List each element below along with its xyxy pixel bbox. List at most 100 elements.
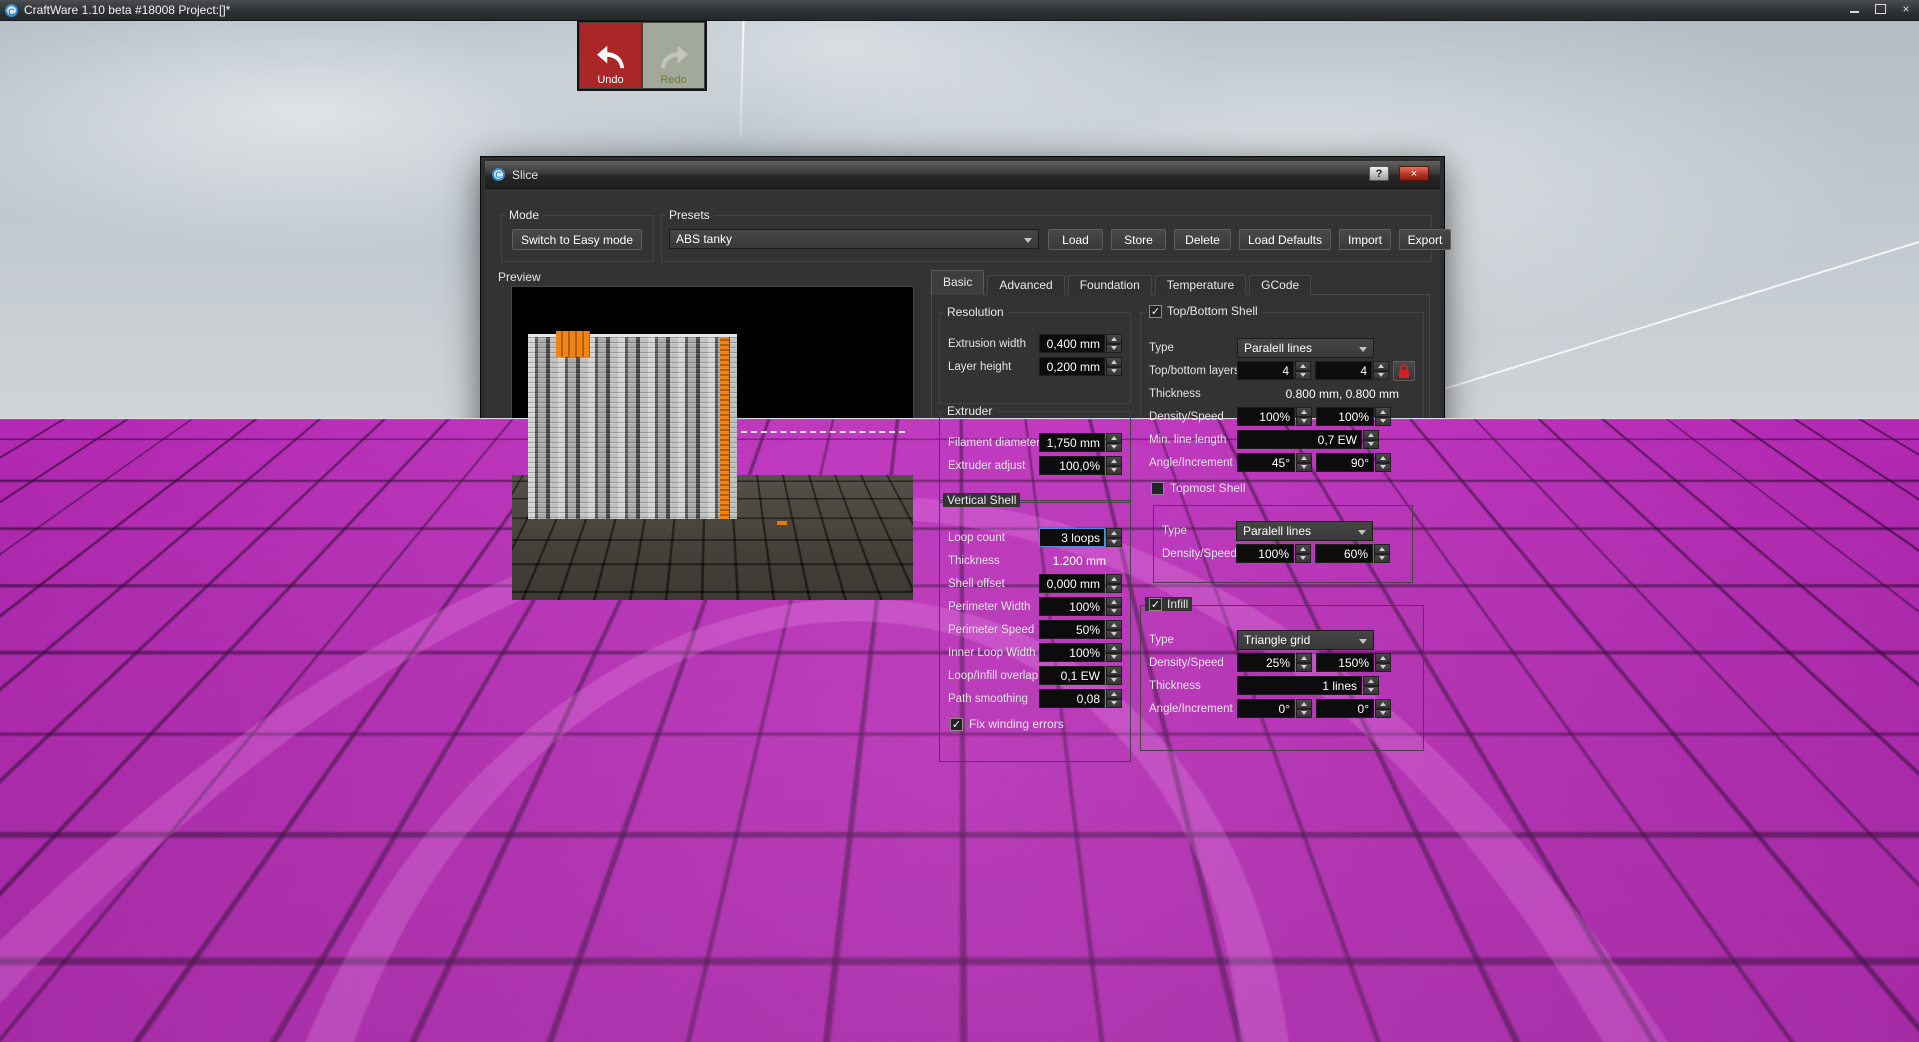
tab-advanced[interactable]: Advanced xyxy=(987,275,1064,295)
spin-up-icon[interactable] xyxy=(1106,689,1122,699)
spin-down-icon[interactable] xyxy=(1296,663,1312,673)
tb-speed-spinner[interactable] xyxy=(1375,407,1391,426)
steepness-input[interactable]: 50° xyxy=(1064,982,1118,1001)
fix-winding-errors-checkbox[interactable]: ✓ xyxy=(950,718,963,731)
layer-height-input[interactable]: 0,200 mm xyxy=(1039,357,1105,376)
spin-down-icon[interactable] xyxy=(1375,463,1391,473)
spin-down-icon[interactable] xyxy=(1296,709,1312,719)
spin-down-icon[interactable] xyxy=(1295,554,1311,564)
load-defaults-button[interactable]: Load Defaults xyxy=(1239,229,1331,250)
spin-down-icon[interactable] xyxy=(1106,676,1122,686)
path-smoothing-input[interactable]: 0,08 xyxy=(1039,689,1105,708)
clear-supports-button[interactable]: Clear all the suppotrs xyxy=(1136,1006,1256,1027)
tb-layers-bottom-input[interactable]: 4 xyxy=(1315,361,1372,380)
spin-down-icon[interactable] xyxy=(1375,417,1391,427)
filament-diameter-input[interactable]: 1,750 mm xyxy=(1039,433,1105,452)
tb-density-input[interactable]: 100% xyxy=(1237,407,1295,426)
maximize-button[interactable] xyxy=(1871,2,1889,16)
steepness-spinner[interactable] xyxy=(1119,982,1135,1001)
spin-up-icon[interactable] xyxy=(1296,653,1312,663)
inner-loop-width-input[interactable]: 100% xyxy=(1039,643,1105,662)
loop-count-input[interactable]: 3 loops xyxy=(1039,528,1105,547)
tb-type-dropdown[interactable]: Paralell lines xyxy=(1237,338,1374,358)
spin-down-icon[interactable] xyxy=(1106,699,1122,709)
tab-foundation[interactable]: Foundation xyxy=(1068,275,1152,295)
infill-density-input[interactable]: 25% xyxy=(1237,653,1295,672)
infill-checkbox[interactable]: ✓ xyxy=(1149,598,1162,611)
preview-viewport[interactable] xyxy=(511,286,914,601)
topmost-density-spinner[interactable] xyxy=(1295,544,1311,563)
infill-angle-spinner[interactable] xyxy=(1296,699,1312,718)
dialog-titlebar[interactable]: C Slice ? × xyxy=(485,161,1440,189)
tb-layers-top-spinner[interactable] xyxy=(1295,361,1311,380)
infill-thickness-spinner[interactable] xyxy=(1363,676,1379,695)
undo-button[interactable]: Undo xyxy=(580,23,641,88)
spin-down-icon[interactable] xyxy=(1363,686,1379,696)
spin-up-icon[interactable] xyxy=(1106,620,1122,630)
infill-type-dropdown[interactable]: Triangle grid xyxy=(1237,630,1374,650)
extruder-adjust-input[interactable]: 100,0% xyxy=(1039,456,1105,475)
spin-down-icon[interactable] xyxy=(1119,991,1135,1001)
spin-down-icon[interactable] xyxy=(1106,584,1122,594)
spin-up-icon[interactable] xyxy=(1363,676,1379,686)
spin-up-icon[interactable] xyxy=(1106,456,1122,466)
window-titlebar[interactable]: C CraftWare 1.10 beta #18008 Project:[]*… xyxy=(0,0,1919,21)
tab-basic[interactable]: Basic xyxy=(931,270,984,295)
dialog-close-button[interactable]: × xyxy=(1399,166,1429,181)
infill-angle-input[interactable]: 0° xyxy=(1237,699,1295,718)
inner-loop-width-spinner[interactable] xyxy=(1106,643,1122,662)
loop-infill-overlap-input[interactable]: 0,1 EW xyxy=(1039,666,1105,685)
loop-count-spinner[interactable] xyxy=(1106,528,1122,547)
top-bottom-shell-checkbox[interactable]: ✓ xyxy=(1149,305,1162,318)
spin-down-icon[interactable] xyxy=(1373,371,1389,381)
spin-down-icon[interactable] xyxy=(1106,538,1122,548)
tb-min-line-spinner[interactable] xyxy=(1363,430,1379,449)
import-button[interactable]: Import xyxy=(1339,229,1391,250)
redo-button[interactable]: Redo xyxy=(643,23,704,88)
spin-up-icon[interactable] xyxy=(1374,544,1390,554)
perimeter-width-spinner[interactable] xyxy=(1106,597,1122,616)
close-button[interactable]: × xyxy=(1897,2,1915,16)
options-button[interactable]: Options xyxy=(1859,726,1916,784)
spin-up-icon[interactable] xyxy=(1106,574,1122,584)
spin-up-icon[interactable] xyxy=(1106,597,1122,607)
extrusion-width-input[interactable]: 0,400 mm xyxy=(1039,334,1105,353)
store-button[interactable]: Store xyxy=(1111,229,1166,250)
topmost-speed-input[interactable]: 60% xyxy=(1315,544,1373,563)
spin-down-icon[interactable] xyxy=(1363,440,1379,450)
spin-up-icon[interactable] xyxy=(1296,407,1312,417)
preset-dropdown[interactable]: ABS tanky xyxy=(669,229,1039,249)
spin-up-icon[interactable] xyxy=(1296,699,1312,709)
spin-up-icon[interactable] xyxy=(1106,643,1122,653)
export-button[interactable]: Export xyxy=(1399,229,1451,250)
lock-icon[interactable] xyxy=(1393,361,1415,381)
spin-down-icon[interactable] xyxy=(1120,966,1136,976)
switch-easy-mode-button[interactable]: Switch to Easy mode xyxy=(512,229,642,250)
scale-by-input[interactable]: 1 xyxy=(1194,957,1256,976)
spin-up-icon[interactable] xyxy=(1375,653,1391,663)
spin-down-icon[interactable] xyxy=(1106,443,1122,453)
supportbar-thickness-input[interactable]: 1,0mm xyxy=(1065,957,1119,976)
spin-down-icon[interactable] xyxy=(1375,663,1391,673)
slice-tool-button[interactable]: Slice... xyxy=(1859,535,1916,593)
spin-up-icon[interactable] xyxy=(1106,357,1122,367)
shell-offset-spinner[interactable] xyxy=(1106,574,1122,593)
shell-offset-input[interactable]: 0,000 mm xyxy=(1039,574,1105,593)
spin-up-icon[interactable] xyxy=(1295,361,1311,371)
spin-up-icon[interactable] xyxy=(1119,982,1135,992)
spin-up-icon[interactable] xyxy=(1373,361,1389,371)
spin-up-icon[interactable] xyxy=(1296,453,1312,463)
extrusion-width-spinner[interactable] xyxy=(1106,334,1122,353)
spin-up-icon[interactable] xyxy=(1363,430,1379,440)
tb-layers-bottom-spinner[interactable] xyxy=(1373,361,1389,380)
spin-up-icon[interactable] xyxy=(1106,334,1122,344)
tab-temperature[interactable]: Temperature xyxy=(1155,275,1246,295)
supportbar-thickness-spinner[interactable] xyxy=(1120,957,1136,976)
tb-min-line-input[interactable]: 0,7 EW xyxy=(1237,430,1362,449)
path-smoothing-spinner[interactable] xyxy=(1106,689,1122,708)
spin-up-icon[interactable] xyxy=(1375,699,1391,709)
tb-density-spinner[interactable] xyxy=(1296,407,1312,426)
spin-down-icon[interactable] xyxy=(1106,630,1122,640)
spin-down-icon[interactable] xyxy=(1296,463,1312,473)
spin-up-icon[interactable] xyxy=(1375,407,1391,417)
